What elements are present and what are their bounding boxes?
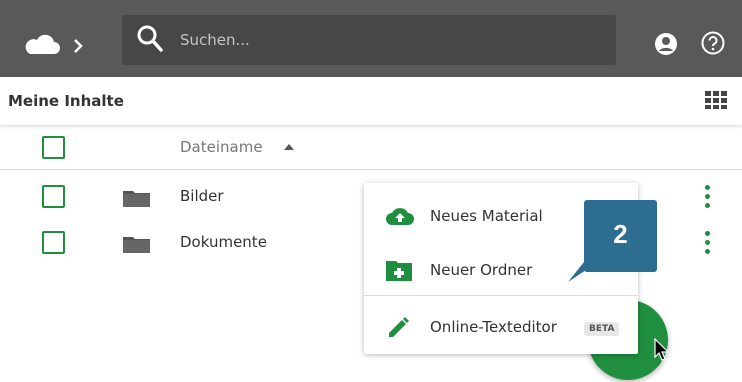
search-icon[interactable]: [136, 24, 164, 54]
more-options-icon[interactable]: [703, 185, 713, 209]
column-header-filename[interactable]: Dateiname: [180, 138, 263, 156]
menu-divider: [364, 295, 638, 296]
beta-badge: BETA: [584, 322, 620, 336]
step-number: 2: [613, 219, 628, 249]
user-account-icon[interactable]: [655, 33, 677, 55]
menu-item-label: Neuer Ordner: [430, 261, 533, 279]
home-cloud-button[interactable]: [22, 28, 102, 58]
step-number-badge: 2: [584, 200, 657, 272]
cloud-icon: [25, 34, 83, 54]
row-filename[interactable]: Bilder: [180, 187, 224, 205]
help-icon[interactable]: [701, 31, 725, 55]
more-options-icon[interactable]: [703, 231, 713, 255]
menu-item-online-text-editor[interactable]: Online-Texteditor BETA: [364, 302, 638, 352]
breadcrumb-title[interactable]: Meine Inhalte: [8, 92, 124, 110]
search-input[interactable]: [180, 25, 580, 55]
menu-item-label: Online-Texteditor: [430, 318, 557, 336]
breadcrumb-bar: Meine Inhalte: [0, 77, 742, 125]
menu-item-label: Neues Material: [430, 207, 543, 225]
folder-plus-icon: [386, 261, 412, 281]
row-checkbox[interactable]: [42, 231, 65, 254]
cloud-upload-icon: [386, 208, 414, 225]
folder-icon: [123, 237, 150, 253]
mouse-cursor-icon: [654, 338, 670, 361]
select-all-checkbox[interactable]: [42, 136, 65, 159]
row-filename[interactable]: Dokumente: [180, 233, 267, 251]
top-bar: [0, 0, 742, 77]
sort-ascending-icon[interactable]: [284, 144, 294, 150]
pencil-icon: [389, 317, 409, 337]
row-checkbox[interactable]: [42, 185, 65, 208]
search-bar[interactable]: [122, 15, 616, 65]
table-header: Dateiname: [0, 125, 742, 170]
folder-icon: [123, 191, 150, 207]
chevron-right-icon: [74, 39, 83, 53]
grid-view-icon[interactable]: [705, 91, 727, 109]
